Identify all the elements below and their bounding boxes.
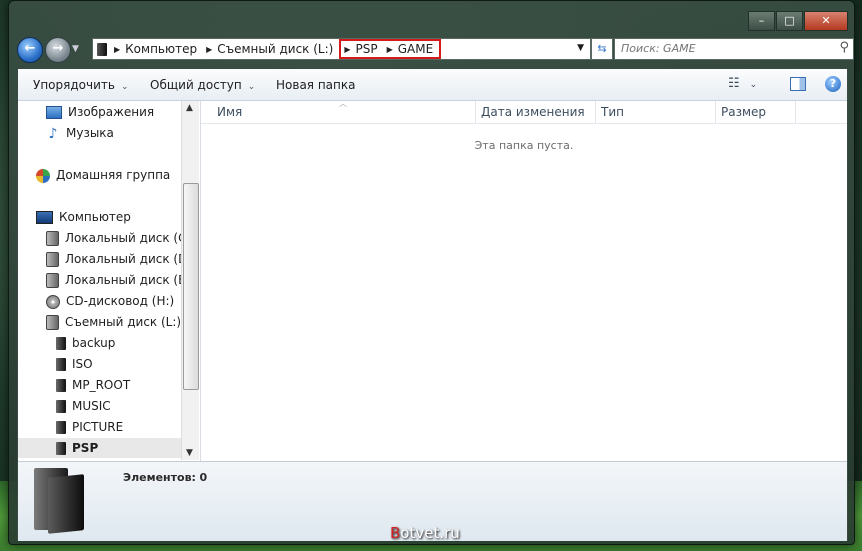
folder-icon (56, 400, 66, 413)
breadcrumb-game[interactable]: GAME (398, 42, 433, 56)
nav-item-folder-picture[interactable]: PICTURE (18, 417, 190, 437)
search-icon[interactable]: ⚲ (839, 40, 849, 55)
column-date-modified[interactable]: Дата изменения (475, 101, 596, 123)
pictures-icon (46, 106, 62, 119)
chevron-right-icon[interactable]: ▶ (206, 45, 212, 54)
chevron-right-icon[interactable]: ▶ (114, 45, 120, 54)
nav-item-music[interactable]: ♪ Музыка (18, 123, 190, 143)
back-button[interactable]: ← (17, 37, 43, 63)
folder-icon (97, 42, 107, 56)
folder-icon (56, 358, 66, 371)
chevron-down-icon: ⌄ (120, 82, 129, 92)
nav-item-drive-c[interactable]: Локальный диск (C: (18, 228, 190, 248)
window-body: Упорядочить ⌄ Общий доступ ⌄ Новая папка ☷… (17, 68, 848, 541)
large-folder-icon (34, 468, 84, 534)
nav-item-drive-d[interactable]: Локальный диск (D: (18, 249, 190, 269)
computer-icon (36, 211, 53, 224)
search-box: ⚲ (614, 38, 854, 60)
nav-item-folder-music[interactable]: MUSIC (18, 396, 190, 416)
scrollbar-thumb[interactable] (183, 183, 199, 390)
arrow-left-icon: ← (24, 41, 36, 56)
column-size[interactable]: Размер (715, 101, 796, 123)
nav-item-folder-mp-root[interactable]: MP_ROOT (18, 375, 190, 395)
hard-drive-icon (46, 231, 59, 246)
nav-item-cd-drive[interactable]: CD-дисковод (H:) (18, 291, 190, 311)
maximize-button[interactable]: □ (776, 11, 803, 31)
cd-drive-icon (46, 294, 60, 309)
removable-drive-icon (46, 315, 59, 330)
chevron-right-icon[interactable]: ▶ (344, 45, 350, 54)
caption-buttons: – □ ✕ (747, 11, 848, 31)
address-dropdown-icon[interactable]: ▼ (577, 43, 584, 53)
column-type[interactable]: Тип (595, 101, 716, 123)
minimize-button[interactable]: – (748, 11, 775, 31)
homegroup-icon (36, 168, 50, 183)
scroll-up-icon[interactable]: ▲ (186, 103, 193, 113)
items-count: Элементов: 0 (123, 471, 208, 484)
forward-button[interactable]: → (45, 37, 71, 63)
nav-item-computer[interactable]: Компьютер (18, 207, 190, 227)
folder-icon (56, 337, 66, 350)
view-list-icon: ☷ (728, 76, 740, 91)
chevron-down-icon: ⌄ (247, 82, 256, 92)
search-input[interactable] (615, 39, 821, 57)
hard-drive-icon (46, 273, 59, 288)
column-headers: ︿ Имя Дата изменения Тип Размер (201, 99, 847, 124)
column-name[interactable]: Имя (211, 101, 476, 123)
close-button[interactable]: ✕ (804, 11, 848, 31)
address-bar[interactable]: ▶ Компьютер ▶ Съемный диск (L:) ▶ PSP ▶ … (92, 38, 591, 60)
nav-item-removable-disk[interactable]: Съемный диск (L:) (18, 312, 190, 332)
empty-folder-message: Эта папка пуста. (474, 139, 574, 152)
breadcrumb-computer[interactable]: Компьютер (125, 42, 197, 56)
arrow-right-icon: → (52, 41, 64, 56)
folder-icon (56, 379, 66, 392)
chevron-down-icon: ⌄ (749, 80, 758, 90)
breadcrumb-removable-disk[interactable]: Съемный диск (L:) (217, 42, 333, 56)
refresh-icon: ⇆ (597, 42, 607, 55)
nav-item-folder-psp[interactable]: PSP (18, 438, 181, 458)
navigation-pane: Изображения ♪ Музыка Домашняя группа Комп… (18, 101, 200, 461)
share-button[interactable]: Общий доступ ⌄ (150, 78, 255, 92)
help-icon[interactable]: ? (825, 76, 841, 92)
scroll-down-icon[interactable]: ▼ (186, 448, 193, 458)
breadcrumb-psp[interactable]: PSP (355, 42, 377, 56)
chevron-right-icon[interactable]: ▶ (387, 45, 393, 54)
hard-drive-icon (46, 252, 59, 267)
navigation-row: ← → ▼ ▶ Компьютер ▶ Съемный диск (L:) ▶ … (17, 36, 854, 63)
nav-item-homegroup[interactable]: Домашняя группа (18, 165, 190, 185)
nav-item-drive-e[interactable]: Локальный диск (E: (18, 270, 190, 290)
nav-item-images[interactable]: Изображения (18, 102, 190, 122)
command-bar: Упорядочить ⌄ Общий доступ ⌄ Новая папка ☷… (18, 69, 847, 101)
watermark: Botvet.ru (390, 524, 460, 542)
folder-icon (56, 442, 66, 455)
folder-icon (56, 421, 66, 434)
pane-divider[interactable] (200, 101, 201, 461)
explorer-window: – □ ✕ ← → ▼ ▶ Компьютер ▶ Съемный диск (… (8, 0, 855, 545)
recent-pages-dropdown[interactable]: ▼ (72, 44, 79, 54)
new-folder-button[interactable]: Новая папка (276, 78, 355, 92)
nav-item-folder-backup[interactable]: backup (18, 333, 190, 353)
nav-item-folder-iso[interactable]: ISO (18, 354, 190, 374)
change-view-button[interactable]: ☷ ⌄ (728, 76, 757, 91)
preview-pane-icon[interactable] (790, 77, 806, 91)
music-note-icon: ♪ (48, 125, 58, 142)
highlighted-breadcrumb: ▶ PSP ▶ GAME (339, 39, 442, 59)
organize-button[interactable]: Упорядочить ⌄ (33, 78, 128, 92)
refresh-button[interactable]: ⇆ (591, 38, 613, 60)
nav-pane-scrollbar[interactable]: ▲ ▼ (181, 101, 199, 460)
